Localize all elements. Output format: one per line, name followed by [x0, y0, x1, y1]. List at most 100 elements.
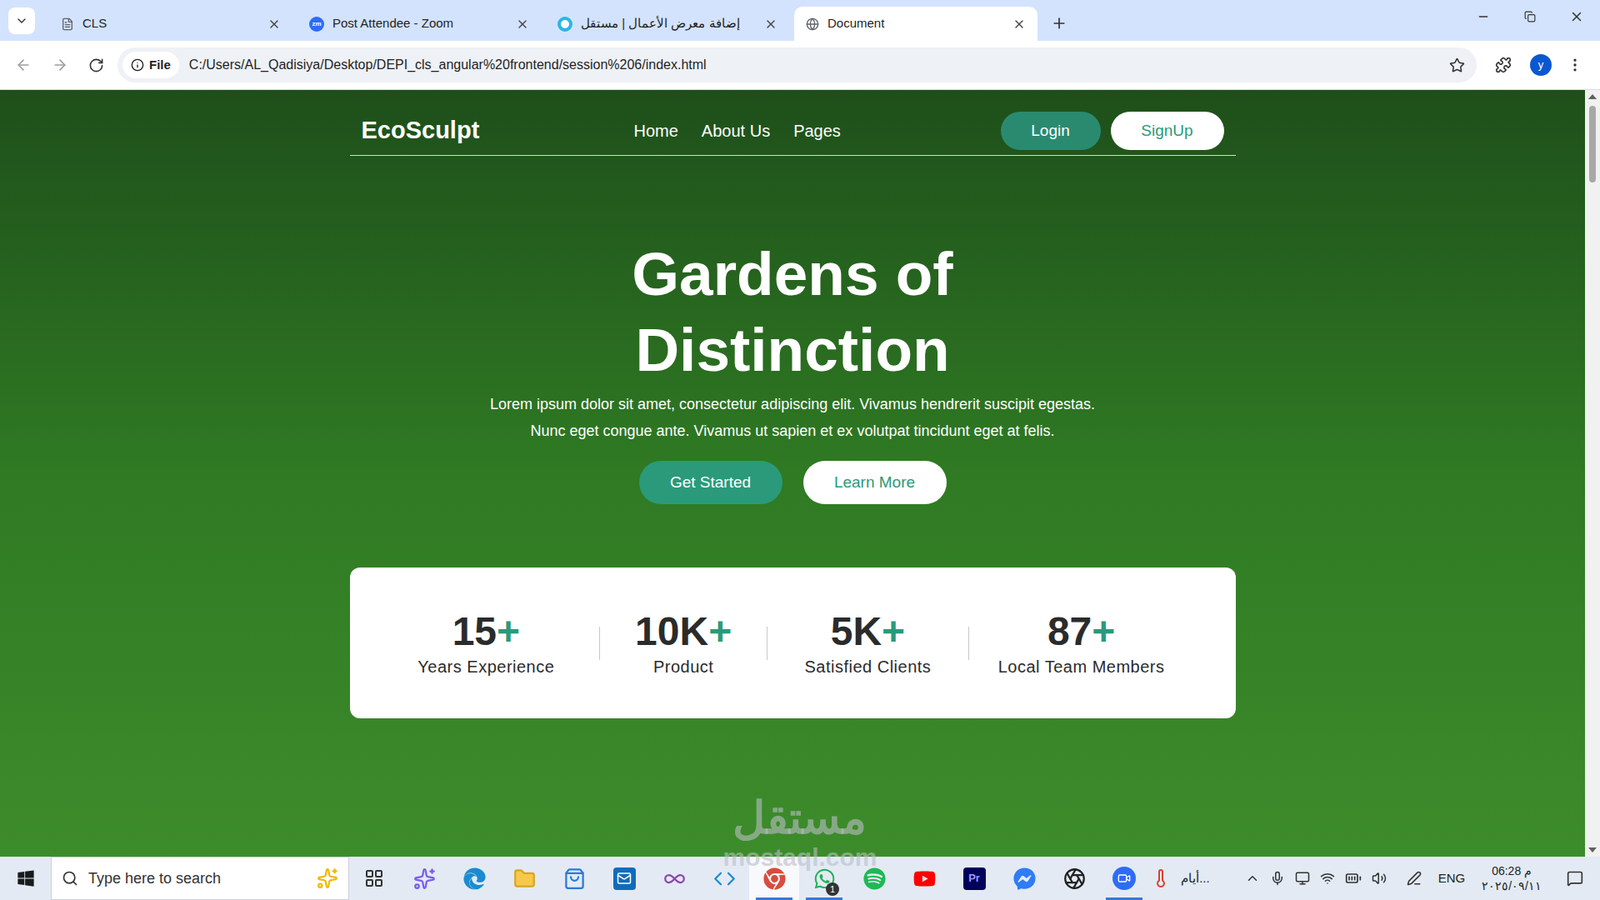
windows-icon [16, 869, 35, 888]
stat: 10K+Product [600, 608, 767, 679]
info-icon [130, 58, 145, 72]
browser-tab[interactable]: CLS [49, 6, 293, 41]
taskbar-app[interactable] [399, 856, 450, 900]
taskbar-app[interactable] [349, 856, 400, 900]
zoom-tab-icon: zm [309, 16, 325, 32]
browser-tab[interactable]: zmPost Attendee - Zoom [297, 6, 541, 41]
get-started-button[interactable]: Get Started [639, 460, 783, 505]
hero-text: Lorem ipsum dolor sit amet, consectetur … [490, 390, 1095, 445]
signup-button[interactable]: SignUp [1110, 111, 1225, 150]
taskbar-app[interactable] [699, 856, 750, 900]
extensions-icon[interactable] [1495, 56, 1512, 74]
hero-title: Gardens ofDistinction [631, 235, 953, 388]
new-tab-button[interactable] [1045, 10, 1073, 37]
menu-icon[interactable] [1566, 56, 1584, 74]
wifi-icon[interactable] [1320, 870, 1335, 886]
learn-more-button[interactable]: Learn More [803, 460, 947, 505]
chatgpt-icon [1063, 867, 1086, 890]
vscode-icon [713, 867, 736, 890]
close-tab-icon[interactable] [515, 17, 530, 31]
file-chip[interactable]: File [122, 51, 180, 79]
taskbar-app[interactable] [549, 856, 600, 900]
nav-link[interactable]: About Us [701, 118, 770, 144]
taskbar-app[interactable] [999, 856, 1050, 900]
explorer-icon [513, 867, 536, 890]
weather-icon[interactable] [1150, 868, 1171, 889]
notifications-icon[interactable] [1566, 870, 1584, 887]
language-indicator[interactable]: ENG [1438, 869, 1466, 889]
url-text[interactable]: C:/Users/AL_Qadisiya/Desktop/DEPI_cls_an… [189, 55, 1440, 75]
bookmark-star-icon[interactable] [1449, 57, 1465, 74]
scrollbar[interactable] [1585, 90, 1600, 857]
running-indicator [755, 897, 793, 900]
tab-search-button[interactable] [8, 7, 35, 35]
stat: 15+Years Experience [373, 608, 600, 679]
system-tray: أيام... ENG 06:28 م٢٠٢٥/٠٩/١١ [1150, 856, 1600, 900]
reload-icon[interactable] [88, 57, 105, 74]
taskbar-app[interactable] [599, 856, 650, 900]
close-button[interactable] [1553, 0, 1600, 34]
taskbar-app[interactable] [1099, 856, 1150, 900]
taskbar-app[interactable] [499, 856, 550, 900]
close-tab-icon[interactable] [1012, 17, 1026, 31]
forward-icon[interactable] [51, 56, 69, 74]
taskbar-app[interactable] [849, 856, 900, 900]
task-view-icon [364, 868, 385, 889]
pen-icon[interactable] [1406, 870, 1422, 886]
omnibox[interactable]: File C:/Users/AL_Qadisiya/Desktop/DEPI_cl… [117, 47, 1477, 83]
tab-strip: CLSzmPost Attendee - Zoomإضافة معرض الأع… [0, 0, 1600, 41]
watermark: مستقلmostaql.com [722, 791, 877, 872]
volume-icon[interactable] [1371, 870, 1387, 886]
navbar: EcoSculptHome About Us Pages LoginSignUp [350, 106, 1236, 156]
stat: 5K+Satisfied Clients [767, 608, 969, 679]
restore-icon [1524, 10, 1536, 23]
notification-badge: 1 [825, 882, 840, 896]
taskbar-app[interactable] [449, 856, 500, 900]
back-icon[interactable] [15, 56, 32, 74]
taskbar-app[interactable] [1049, 856, 1100, 900]
close-tab-icon[interactable] [267, 17, 281, 31]
running-indicator [1105, 897, 1143, 900]
mostaql-icon [557, 16, 573, 32]
copilot-icon [413, 867, 436, 890]
taskbar-app[interactable]: 1 [799, 856, 850, 900]
chrome-icon [763, 867, 786, 890]
messenger-icon [1013, 867, 1036, 890]
browser-tab[interactable]: إضافة معرض الأعمال | مستقل [545, 6, 790, 41]
stat-divider [968, 626, 970, 660]
taskbar-app[interactable] [749, 856, 800, 900]
minimize-button[interactable] [1460, 0, 1507, 34]
clock[interactable]: 06:28 م٢٠٢٥/٠٩/١١ [1475, 863, 1549, 894]
taskbar: Type here to search 1 Pr أيام... ENG 06:28 م٢… [0, 856, 1600, 900]
battery-icon[interactable] [1345, 870, 1362, 887]
show-hidden-icon[interactable] [1245, 870, 1260, 886]
globe-icon [805, 17, 820, 31]
display-icon[interactable] [1295, 870, 1310, 886]
search-icon [61, 870, 79, 887]
browser-tab[interactable]: Document [794, 6, 1038, 41]
mic-icon[interactable] [1270, 870, 1285, 886]
start-button[interactable] [0, 856, 51, 900]
taskbar-app[interactable] [649, 856, 700, 900]
logo[interactable]: EcoSculpt [361, 112, 635, 150]
visual-studio-icon [663, 867, 686, 890]
toolbar: File C:/Users/AL_Qadisiya/Desktop/DEPI_cl… [0, 40, 1600, 90]
youtube-icon [913, 867, 936, 890]
screen: CLSzmPost Attendee - Zoomإضافة معرض الأع… [0, 0, 1600, 900]
close-tab-icon[interactable] [764, 17, 778, 31]
scrollbar-thumb[interactable] [1589, 105, 1596, 183]
restore-button[interactable] [1506, 0, 1554, 34]
login-button[interactable]: Login [1000, 111, 1101, 150]
search-box[interactable]: Type here to search [50, 856, 350, 900]
weather-text[interactable]: أيام... [1180, 869, 1210, 889]
taskbar-app[interactable] [899, 856, 950, 900]
nav-link[interactable]: Home [634, 118, 679, 144]
taskbar-app[interactable]: Pr [949, 856, 1000, 900]
nav-link[interactable]: Pages [793, 118, 841, 144]
plus-icon [1050, 15, 1068, 32]
profile-avatar[interactable]: y [1530, 54, 1552, 76]
edge-icon [463, 867, 486, 890]
stat-divider [766, 626, 768, 660]
stat: 87+Local Team Members [969, 608, 1195, 679]
search-highlight-icon [316, 867, 339, 890]
